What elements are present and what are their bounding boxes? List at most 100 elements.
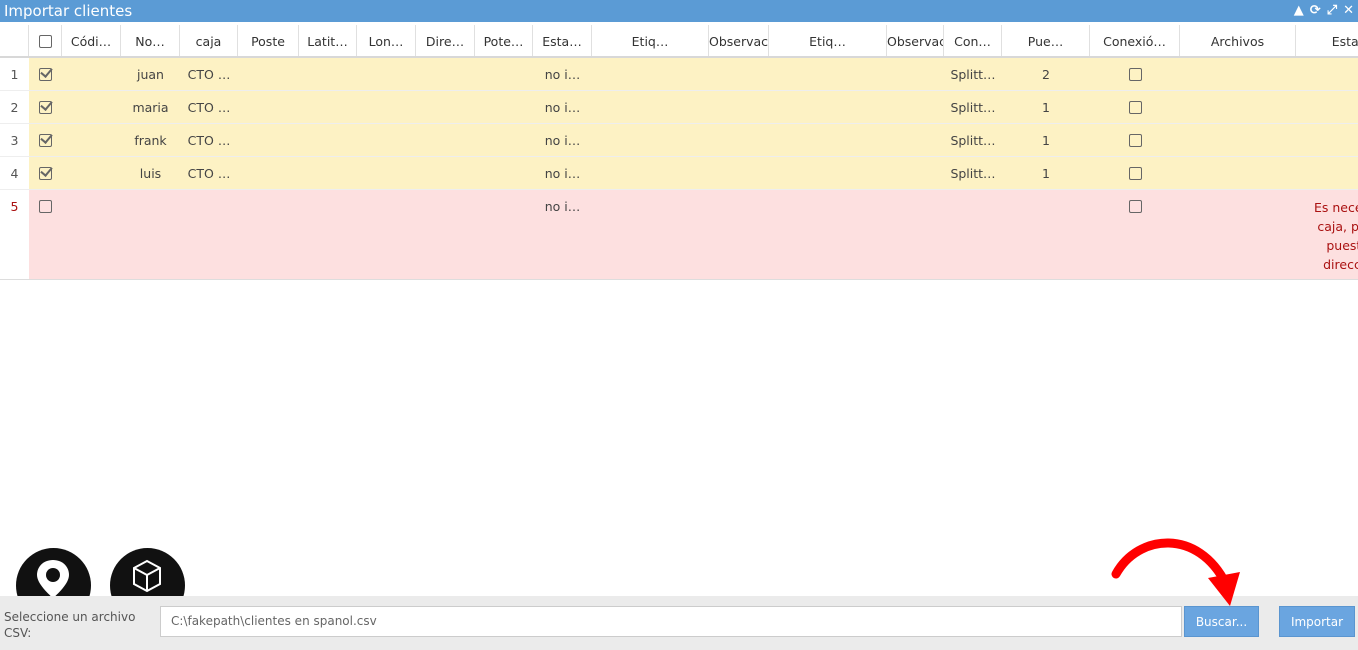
close-icon[interactable]: ✕	[1343, 0, 1354, 22]
cell-caja: CTO …	[187, 100, 231, 115]
cell-conexion[interactable]	[1090, 190, 1180, 279]
row-select[interactable]	[29, 157, 62, 189]
cell-estado	[1296, 124, 1358, 156]
cell-estado-code: no i…	[544, 67, 581, 82]
table-row[interactable]: 2 maria CTO … no i… Splitt… 1	[0, 91, 1358, 124]
column-header[interactable]: Etiq…	[769, 25, 887, 56]
column-header[interactable]: Pue…	[1002, 25, 1090, 56]
cell-conexion[interactable]	[1090, 58, 1180, 90]
conexion-checkbox[interactable]	[1128, 134, 1142, 147]
row-select[interactable]	[29, 190, 62, 279]
cell-poste	[238, 190, 299, 279]
column-header[interactable]: Lon…	[357, 25, 416, 56]
table-row[interactable]: 5 no i… Es necesario caja, poste, puesto o…	[0, 190, 1358, 280]
cell-archivos	[1180, 124, 1296, 156]
column-header[interactable]: Pote…	[475, 25, 533, 56]
cell-observaciones	[709, 58, 769, 90]
cell-longitud	[357, 157, 416, 189]
row-select[interactable]	[29, 91, 62, 123]
pointer-arrow-icon	[1111, 538, 1240, 606]
column-header[interactable]: Latit…	[299, 25, 357, 56]
cell-etiqueta	[592, 190, 709, 279]
cell-estado	[1296, 91, 1358, 123]
row-checkbox[interactable]	[39, 200, 52, 213]
column-header[interactable]: Con…	[944, 25, 1002, 56]
table-row[interactable]: 4 luis CTO … no i… Splitt… 1	[0, 157, 1358, 190]
clients-grid: Códi… No… caja Poste Latit… Lon… Dire… Pote… Est…	[0, 25, 1358, 280]
cell-etiqueta2	[769, 58, 887, 90]
cell-estado-code: no i…	[544, 133, 581, 148]
cell-direccion	[416, 91, 475, 123]
cell-puerto: 1	[1042, 166, 1050, 181]
column-header[interactable]: Dire…	[416, 25, 475, 56]
column-header[interactable]: Observacione…	[887, 25, 944, 56]
row-select[interactable]	[29, 124, 62, 156]
column-header[interactable]: Observacione…	[709, 25, 769, 56]
column-header[interactable]: Estado	[1296, 25, 1358, 56]
cell-caja: CTO …	[187, 67, 231, 82]
column-header[interactable]: Poste	[238, 25, 299, 56]
column-header[interactable]: No…	[121, 25, 180, 56]
conexion-checkbox[interactable]	[1128, 68, 1142, 81]
header-select-all[interactable]	[29, 25, 62, 56]
refresh-icon[interactable]: ⟳	[1310, 0, 1321, 22]
cell-etiqueta2	[769, 124, 887, 156]
conexion-checkbox[interactable]	[1128, 101, 1142, 114]
row-number: 3	[0, 124, 29, 156]
cell-puerto: 2	[1042, 67, 1050, 82]
cell-latitud	[299, 124, 357, 156]
table-row[interactable]: 1 juan CTO … no i… Splitt… 2	[0, 58, 1358, 91]
cell-observaciones2	[887, 190, 944, 279]
cell-conexion[interactable]	[1090, 124, 1180, 156]
cell-longitud	[357, 91, 416, 123]
cell-poste	[238, 58, 299, 90]
window-title: Importar clientes	[4, 2, 133, 20]
cell-longitud	[357, 58, 416, 90]
row-checkbox[interactable]	[39, 167, 52, 180]
browse-button[interactable]: Buscar...	[1184, 606, 1259, 637]
row-select[interactable]	[29, 58, 62, 90]
cell-archivos	[1180, 58, 1296, 90]
cell-codigo	[62, 124, 121, 156]
column-header[interactable]: Esta…	[533, 25, 592, 56]
import-button[interactable]: Importar	[1279, 606, 1355, 637]
row-checkbox[interactable]	[39, 134, 52, 147]
column-header[interactable]: caja	[180, 25, 238, 56]
column-header[interactable]: Archivos	[1180, 25, 1296, 56]
cell-potencia	[475, 124, 533, 156]
cell-observaciones	[709, 91, 769, 123]
conexion-checkbox[interactable]	[1128, 200, 1142, 213]
cell-nombre: juan	[137, 67, 164, 82]
collapse-icon[interactable]: ▲	[1294, 0, 1304, 22]
cell-observaciones	[709, 190, 769, 279]
cell-etiqueta2	[769, 157, 887, 189]
cell-conexion[interactable]	[1090, 91, 1180, 123]
row-checkbox[interactable]	[39, 68, 52, 81]
column-header[interactable]: Códi…	[62, 25, 121, 56]
cell-caja: CTO …	[187, 166, 231, 181]
cell-codigo	[62, 91, 121, 123]
cell-observaciones	[709, 124, 769, 156]
cell-archivos	[1180, 190, 1296, 279]
cell-conexion[interactable]	[1090, 157, 1180, 189]
cell-estado	[1296, 58, 1358, 90]
cell-nombre	[121, 190, 180, 279]
cell-potencia	[475, 190, 533, 279]
cell-puerto	[1002, 190, 1090, 279]
cell-etiqueta	[592, 58, 709, 90]
cell-poste	[238, 157, 299, 189]
file-path-field[interactable]: C:\fakepath\clientes en spanol.csv	[160, 606, 1182, 637]
select-all-checkbox[interactable]	[38, 35, 52, 48]
table-row[interactable]: 3 frank CTO … no i… Splitt… 1	[0, 124, 1358, 157]
maximize-icon[interactable]: ⤢	[1327, 0, 1337, 22]
window-controls: ▲ ⟳ ⤢ ✕	[1294, 0, 1354, 22]
cell-etiqueta2	[769, 190, 887, 279]
window-titlebar: Importar clientes ▲ ⟳ ⤢ ✕	[0, 0, 1358, 22]
conexion-checkbox[interactable]	[1128, 167, 1142, 180]
column-header[interactable]: Conexió…	[1090, 25, 1180, 56]
column-header[interactable]: Etiq…	[592, 25, 709, 56]
cell-caja	[180, 190, 238, 279]
row-checkbox[interactable]	[39, 101, 52, 114]
cell-etiqueta	[592, 124, 709, 156]
cell-observaciones2	[887, 124, 944, 156]
